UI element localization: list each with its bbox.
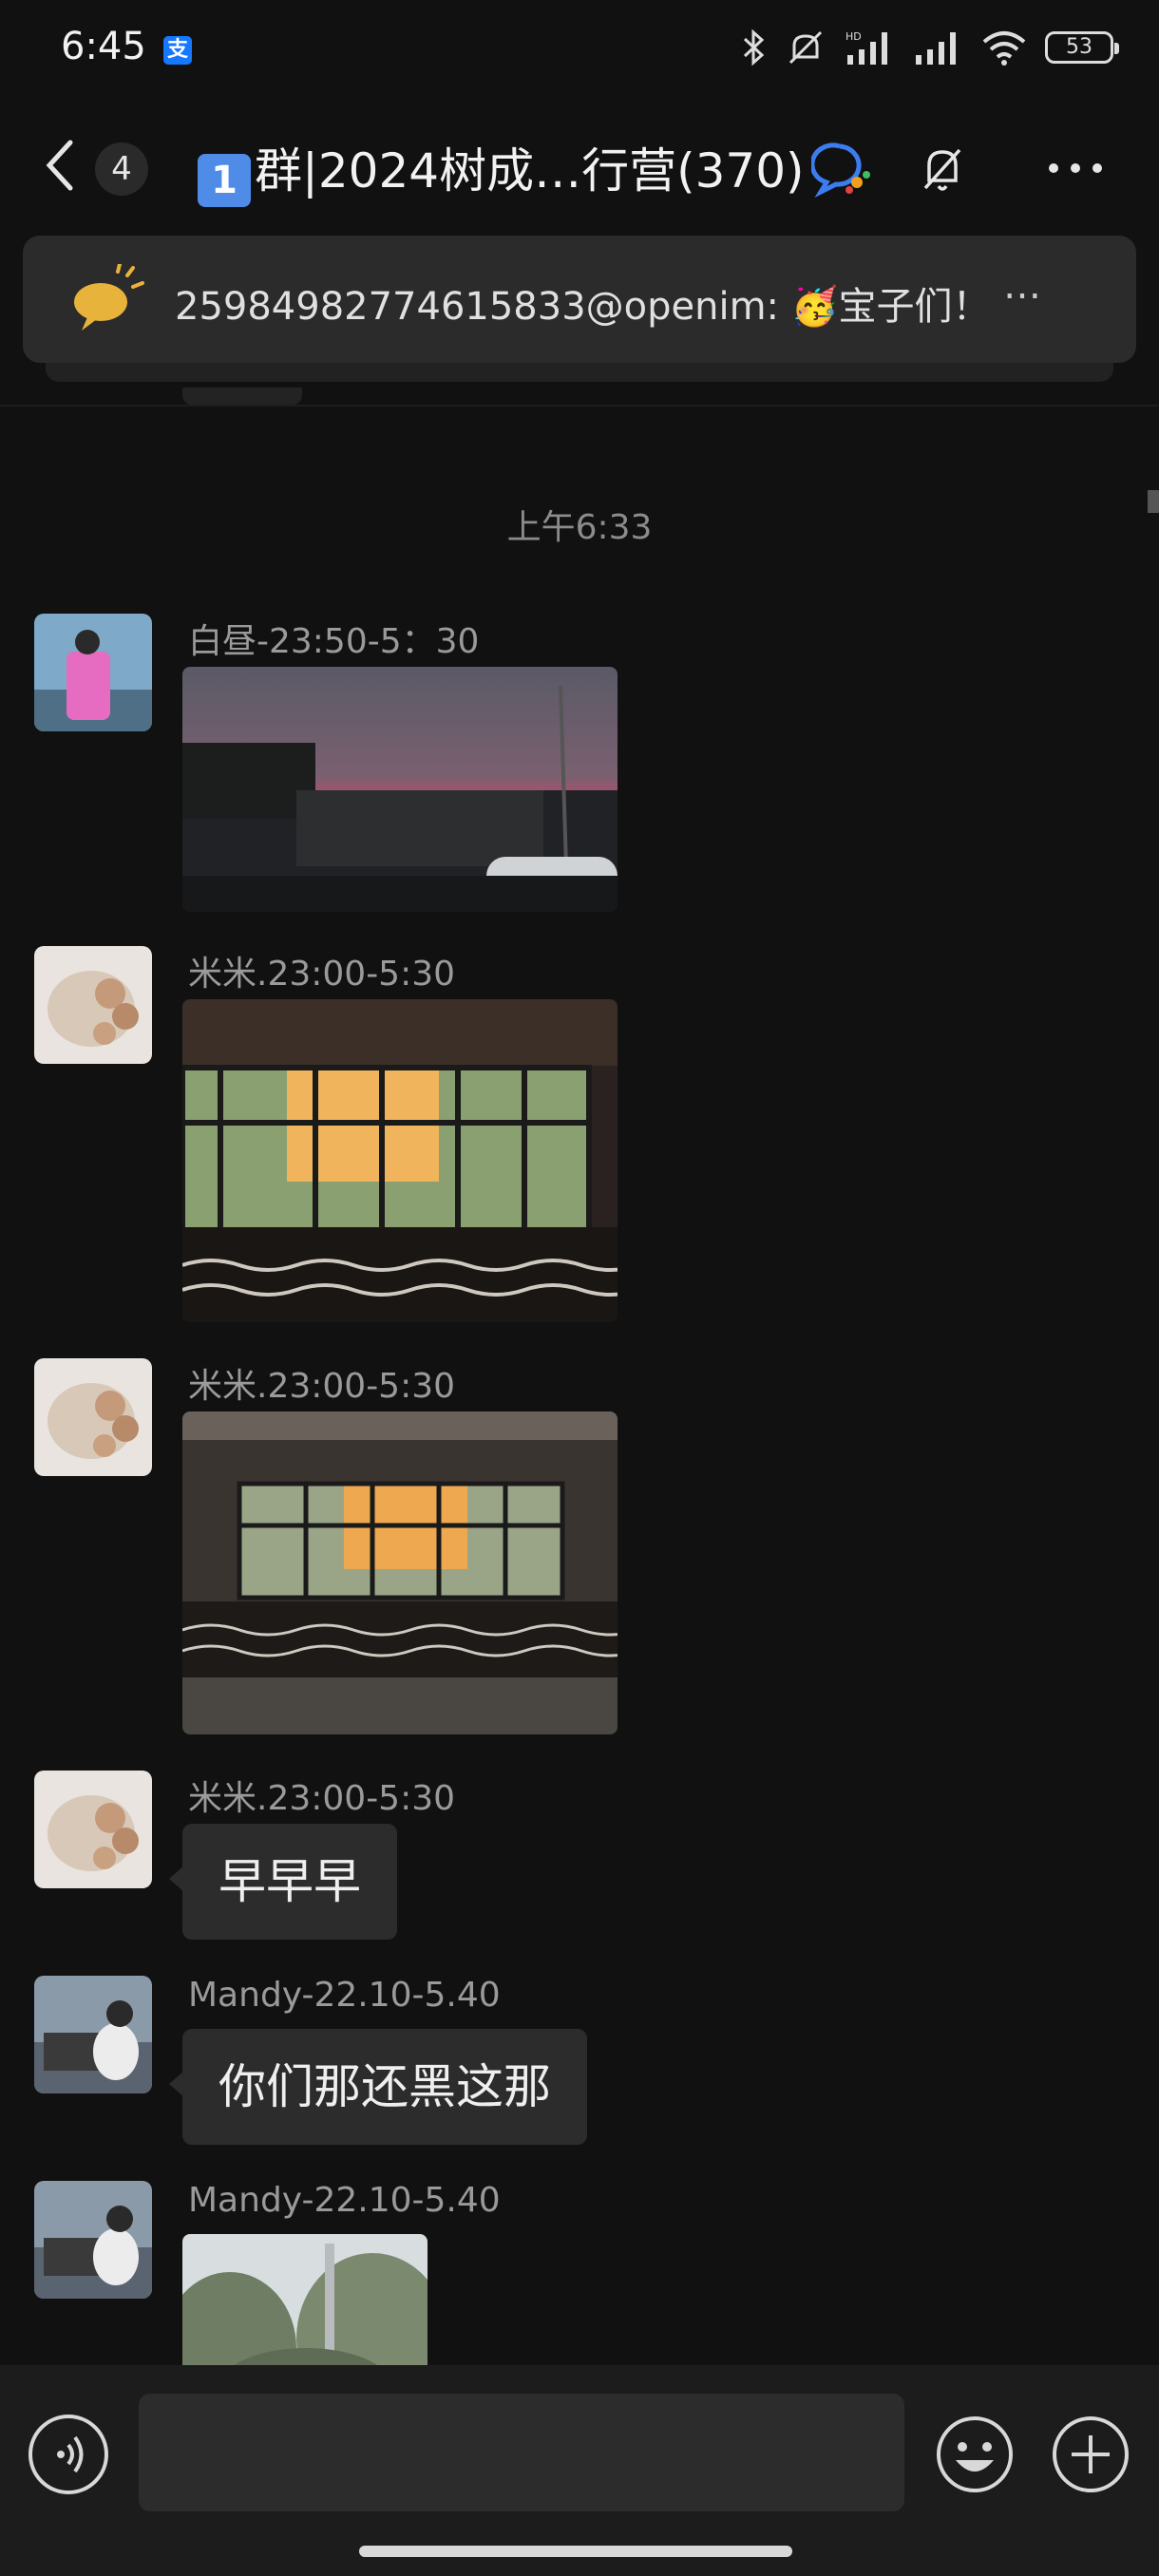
alipay-notification-icon: 支 <box>163 36 192 65</box>
time-divider: 上午6:33 <box>506 508 653 547</box>
avatar[interactable] <box>34 614 152 731</box>
image-message[interactable] <box>182 2234 428 2365</box>
notice-text: 25984982774615833@openim: 🥳宝子们！ <box>175 285 991 329</box>
avatar[interactable] <box>34 1771 152 1888</box>
sender-name: 米米.23:00-5:30 <box>188 1779 456 1818</box>
status-time: 6:45 <box>61 25 146 68</box>
image-message[interactable] <box>182 999 618 1322</box>
chat-bubble-icon[interactable] <box>811 141 872 198</box>
chat-header: 4 1 群|2024树成…行营(370) <box>0 104 1159 230</box>
more-horizontal-icon[interactable] <box>1047 161 1104 175</box>
signal-icon <box>916 32 956 65</box>
home-indicator[interactable] <box>359 2546 792 2557</box>
group-title-text: 群|2024树成…行营(370) <box>255 143 805 199</box>
text-message-bubble[interactable]: 早早早 <box>182 1824 397 1940</box>
avatar[interactable] <box>34 946 152 1064</box>
image-message[interactable] <box>182 667 618 912</box>
battery-indicator: 53 <box>1045 31 1119 64</box>
avatar[interactable] <box>34 1976 152 2093</box>
megaphone-icon <box>74 264 144 331</box>
sender-name: 米米.23:00-5:30 <box>188 955 456 994</box>
status-icons: HD 53 <box>739 28 1119 66</box>
message-input[interactable] <box>139 2394 904 2511</box>
notice-more[interactable]: … <box>1003 264 1041 308</box>
emoji-icon[interactable] <box>933 2413 1016 2496</box>
chat-divider <box>0 405 1159 407</box>
notice-stack-shadow <box>46 363 1113 382</box>
status-bar: 6:45 支 HD 53 <box>0 0 1159 104</box>
bluetooth-icon <box>743 28 765 66</box>
group-notice-card[interactable]: 25984982774615833@openim: 🥳宝子们！ … <box>23 236 1136 363</box>
sender-name: Mandy-22.10-5.40 <box>188 1976 501 2015</box>
signal-hd-icon: HD <box>846 30 887 65</box>
sender-name: Mandy-22.10-5.40 <box>188 2181 501 2220</box>
chat-message-list[interactable]: 上午6:33 白昼-23:50-5：30 米米.23:00-5:30 米米.23… <box>0 388 1159 2365</box>
unread-count-badge[interactable]: 4 <box>95 142 148 196</box>
chevron-left-icon[interactable] <box>38 135 84 196</box>
plus-circle-icon[interactable] <box>1049 2413 1132 2496</box>
voice-icon[interactable] <box>28 2415 108 2494</box>
wifi-icon <box>982 31 1026 66</box>
sender-name: 米米.23:00-5:30 <box>188 1367 456 1406</box>
bell-off-icon[interactable] <box>918 142 967 196</box>
avatar[interactable] <box>34 2181 152 2299</box>
sender-name: 白昼-23:50-5：30 <box>188 622 480 661</box>
previous-message-stub <box>182 388 302 405</box>
group-title[interactable]: 1 群|2024树成…行营(370) <box>198 133 805 207</box>
image-message[interactable] <box>182 1411 618 1734</box>
avatar[interactable] <box>34 1358 152 1476</box>
mute-status-icon <box>788 30 823 65</box>
message-input-bar <box>0 2365 1159 2576</box>
text-message-bubble[interactable]: 你们那还黑这那 <box>182 2029 587 2145</box>
keycap-one-emoji: 1 <box>198 154 251 207</box>
hd-label: HD <box>846 30 862 43</box>
